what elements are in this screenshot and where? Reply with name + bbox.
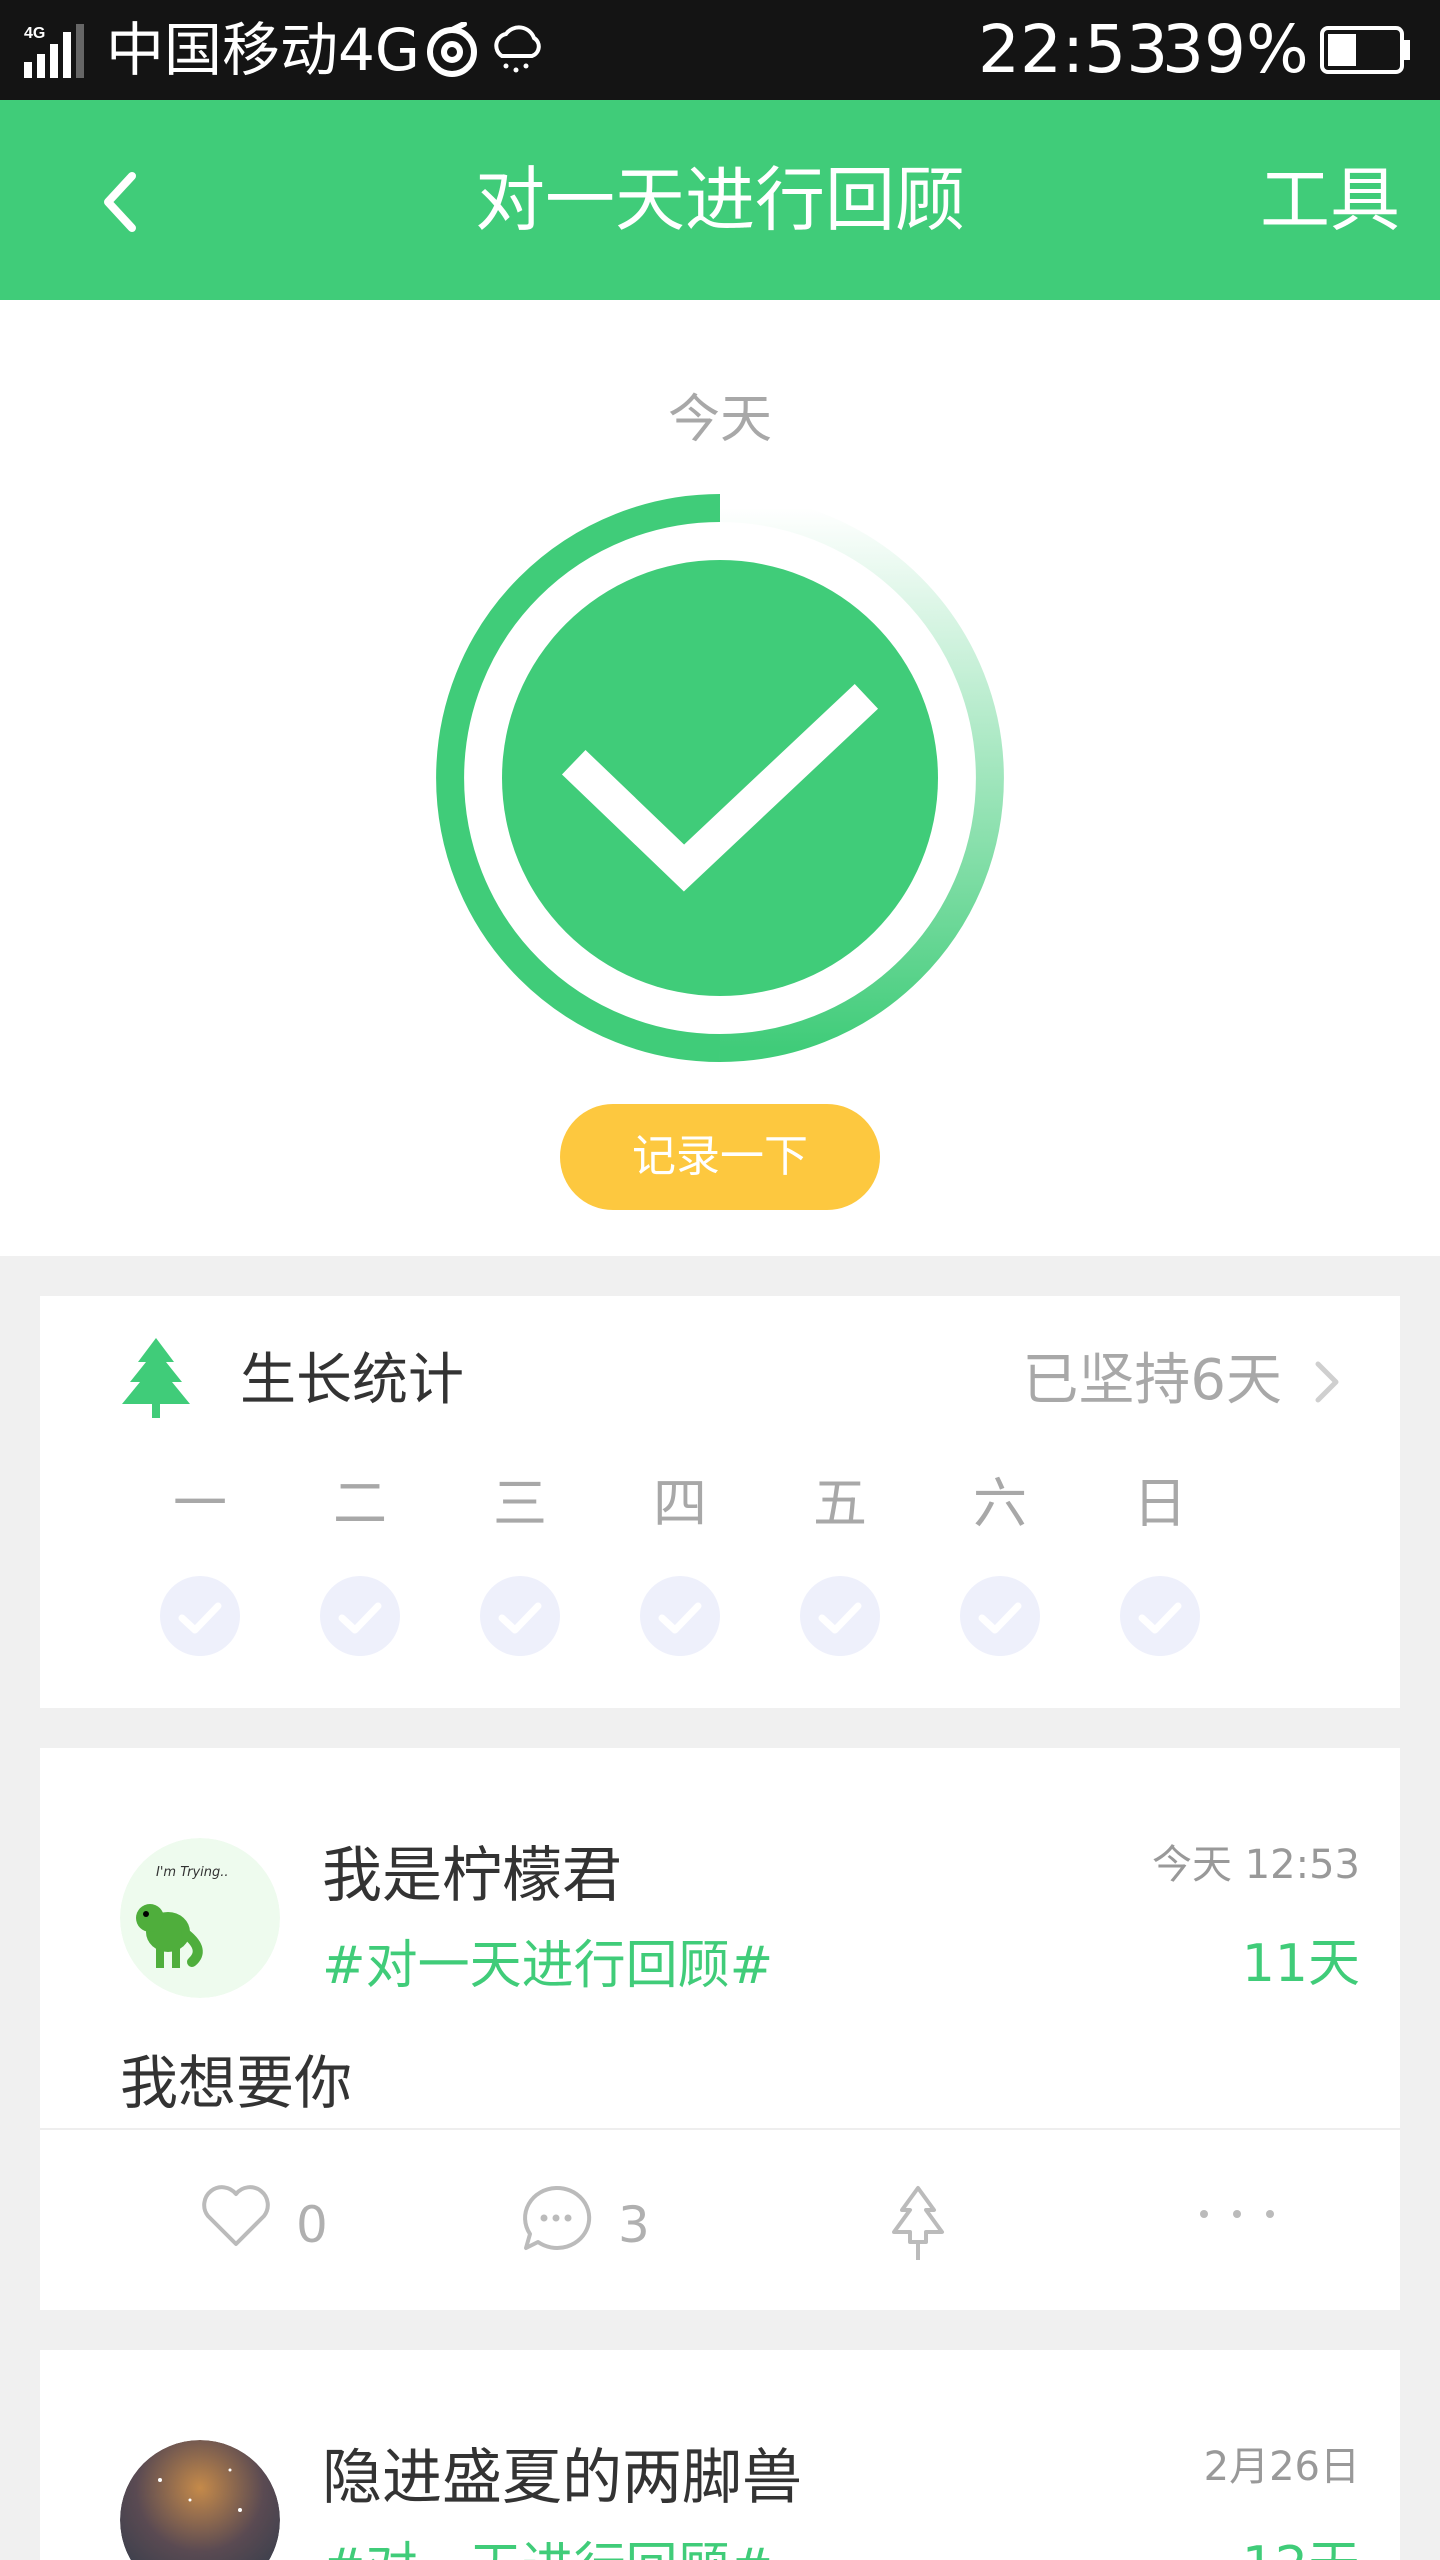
more-button[interactable] [1192,2164,1302,2274]
carrier-name: 中国移动4G [106,16,420,84]
post-days-count: 11天 [1241,1934,1360,1994]
like-count: 0 [296,2196,328,2254]
tools-button[interactable]: 工具 [1260,158,1400,242]
netease-icon [427,22,477,77]
day-tue: 二 [320,1472,400,1682]
battery-icon [1320,26,1410,74]
record-button[interactable]: 记录一下 [560,1104,880,1210]
post-timestamp: 今天 12:53 [1152,1842,1360,1888]
post-topic[interactable]: #对一天进行回顾# [322,1934,773,1998]
post-username[interactable]: 我是柠檬君 [322,1840,622,1912]
day-fri: 五 [800,1472,880,1682]
grow-tree-button[interactable] [886,2164,966,2274]
today-checkin-card: 今天 记录一下 [0,300,1440,1256]
comment-count: 3 [618,2196,650,2254]
week-row: 一 二 三 四 五 六 日 [160,1472,1280,1682]
day-label: 五 [813,1472,867,1535]
post-card[interactable]: I'm Trying.. 我是柠檬君 #对一天进行回顾# 今天 12:53 11… [40,1748,1400,2310]
checkin-progress-ring[interactable] [436,494,1004,1062]
streak-count: 已坚持6天 [1022,1348,1282,1413]
heart-icon [202,2185,270,2246]
check-icon [160,1576,240,1656]
post-topic[interactable]: #对一天进行回顾# [322,2536,773,2560]
check-icon [480,1576,560,1656]
post-days-count: 12天 [1242,2534,1360,2560]
day-label: 三 [493,1472,547,1535]
battery-percent: 39% [1162,11,1309,88]
day-label: 一 [173,1472,227,1535]
svg-text:4G: 4G [24,25,45,42]
day-mon: 一 [160,1472,240,1682]
day-label: 二 [333,1472,387,1535]
tree-icon [122,1338,190,1418]
today-label: 今天 [667,390,772,450]
status-bar: 4G 中国移动4G 22:53 39% [0,0,1440,100]
avatar[interactable]: I'm Trying.. [120,1838,280,1998]
check-icon [960,1576,1040,1656]
day-label: 日 [1133,1472,1187,1535]
growth-stats-card[interactable]: 生长统计 已坚持6天 一 二 三 四 五 六 日 [40,1296,1400,1708]
check-icon [1120,1576,1200,1656]
more-dots-icon [1200,2210,1274,2218]
day-sat: 六 [960,1472,1040,1682]
signal-icon: 4G [24,24,84,78]
stats-title: 生长统计 [240,1348,464,1413]
post-timestamp: 2月26日 [1203,2444,1360,2490]
clock: 22:53 [978,11,1169,88]
weather-rain-icon [494,25,541,73]
day-sun: 日 [1120,1472,1200,1682]
post-content: 我想要你 [120,2049,353,2117]
day-thu: 四 [640,1472,720,1682]
check-icon [800,1576,880,1656]
avatar[interactable] [120,2440,280,2560]
check-icon [640,1576,720,1656]
like-button[interactable]: 0 [200,2164,360,2274]
avatar-caption: I'm Trying.. [156,1865,229,1880]
comment-icon [523,2185,592,2250]
tree-outline-icon [892,2186,944,2260]
day-label: 六 [973,1472,1027,1535]
comment-button[interactable]: 3 [520,2164,680,2274]
app-header: 对一天进行回顾 工具 [0,100,1440,300]
divider [40,2128,1400,2130]
check-icon [320,1576,400,1656]
post-card[interactable]: 隐进盛夏的两脚兽 #对一天进行回顾# 2月26日 12天 [40,2350,1400,2560]
day-label: 四 [653,1472,707,1535]
chevron-right-icon [1315,1361,1339,1403]
day-wed: 三 [480,1472,560,1682]
page-title: 对一天进行回顾 [475,159,965,241]
post-username[interactable]: 隐进盛夏的两脚兽 [322,2442,802,2514]
